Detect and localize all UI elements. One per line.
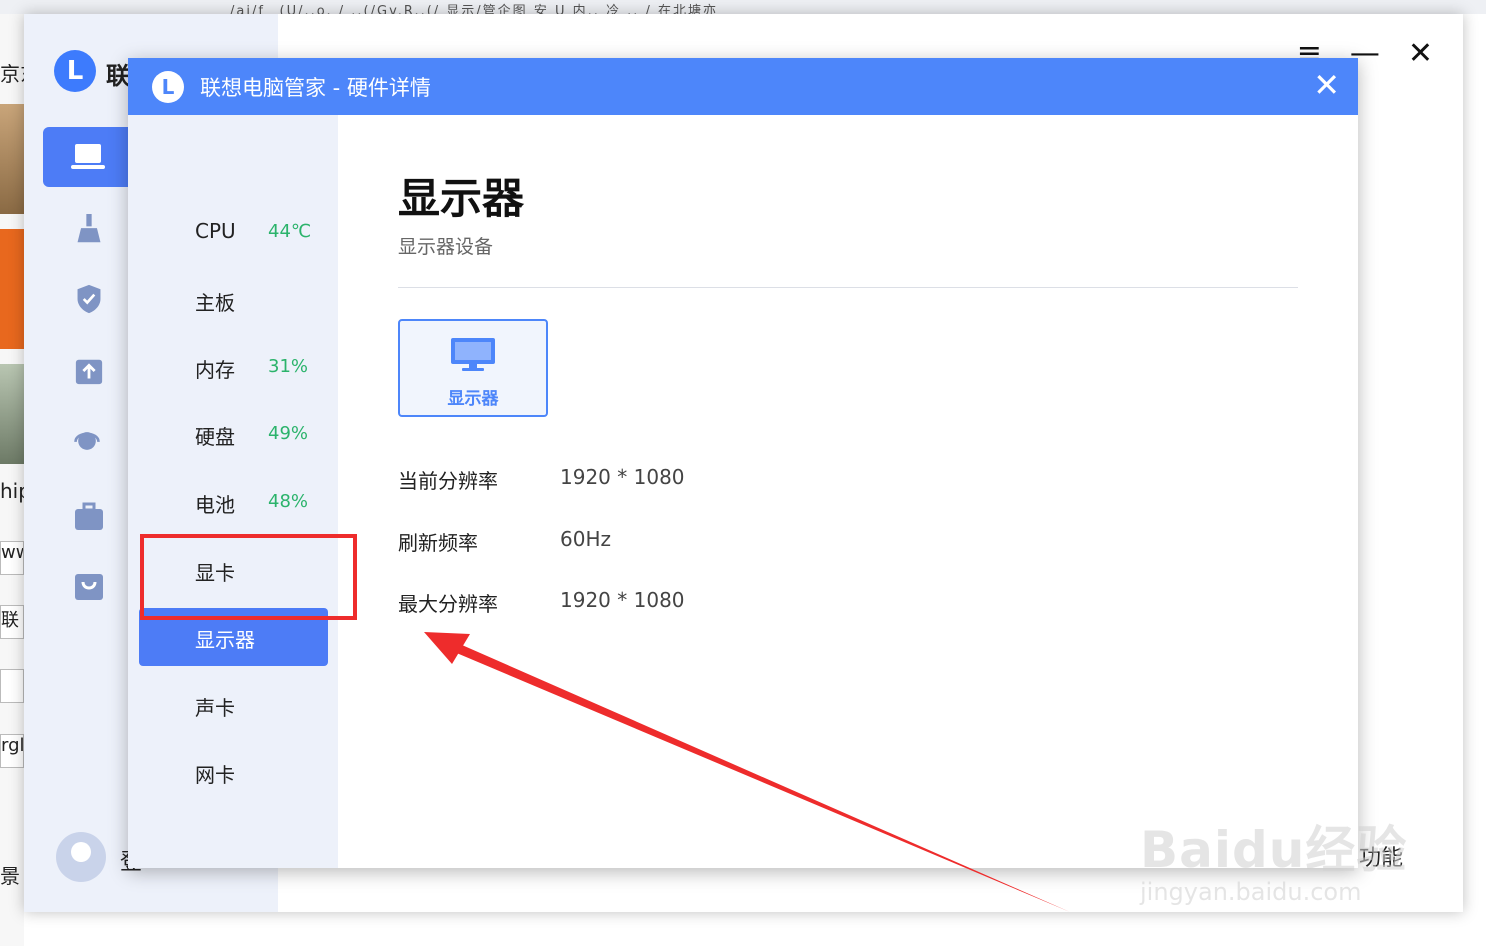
baidu-watermark: Baidu经验 jingyan.baidu.com bbox=[1140, 790, 1410, 920]
watermark-sub: jingyan.baidu.com bbox=[1140, 878, 1362, 906]
watermark-main: Baidu经验 bbox=[1140, 821, 1408, 879]
